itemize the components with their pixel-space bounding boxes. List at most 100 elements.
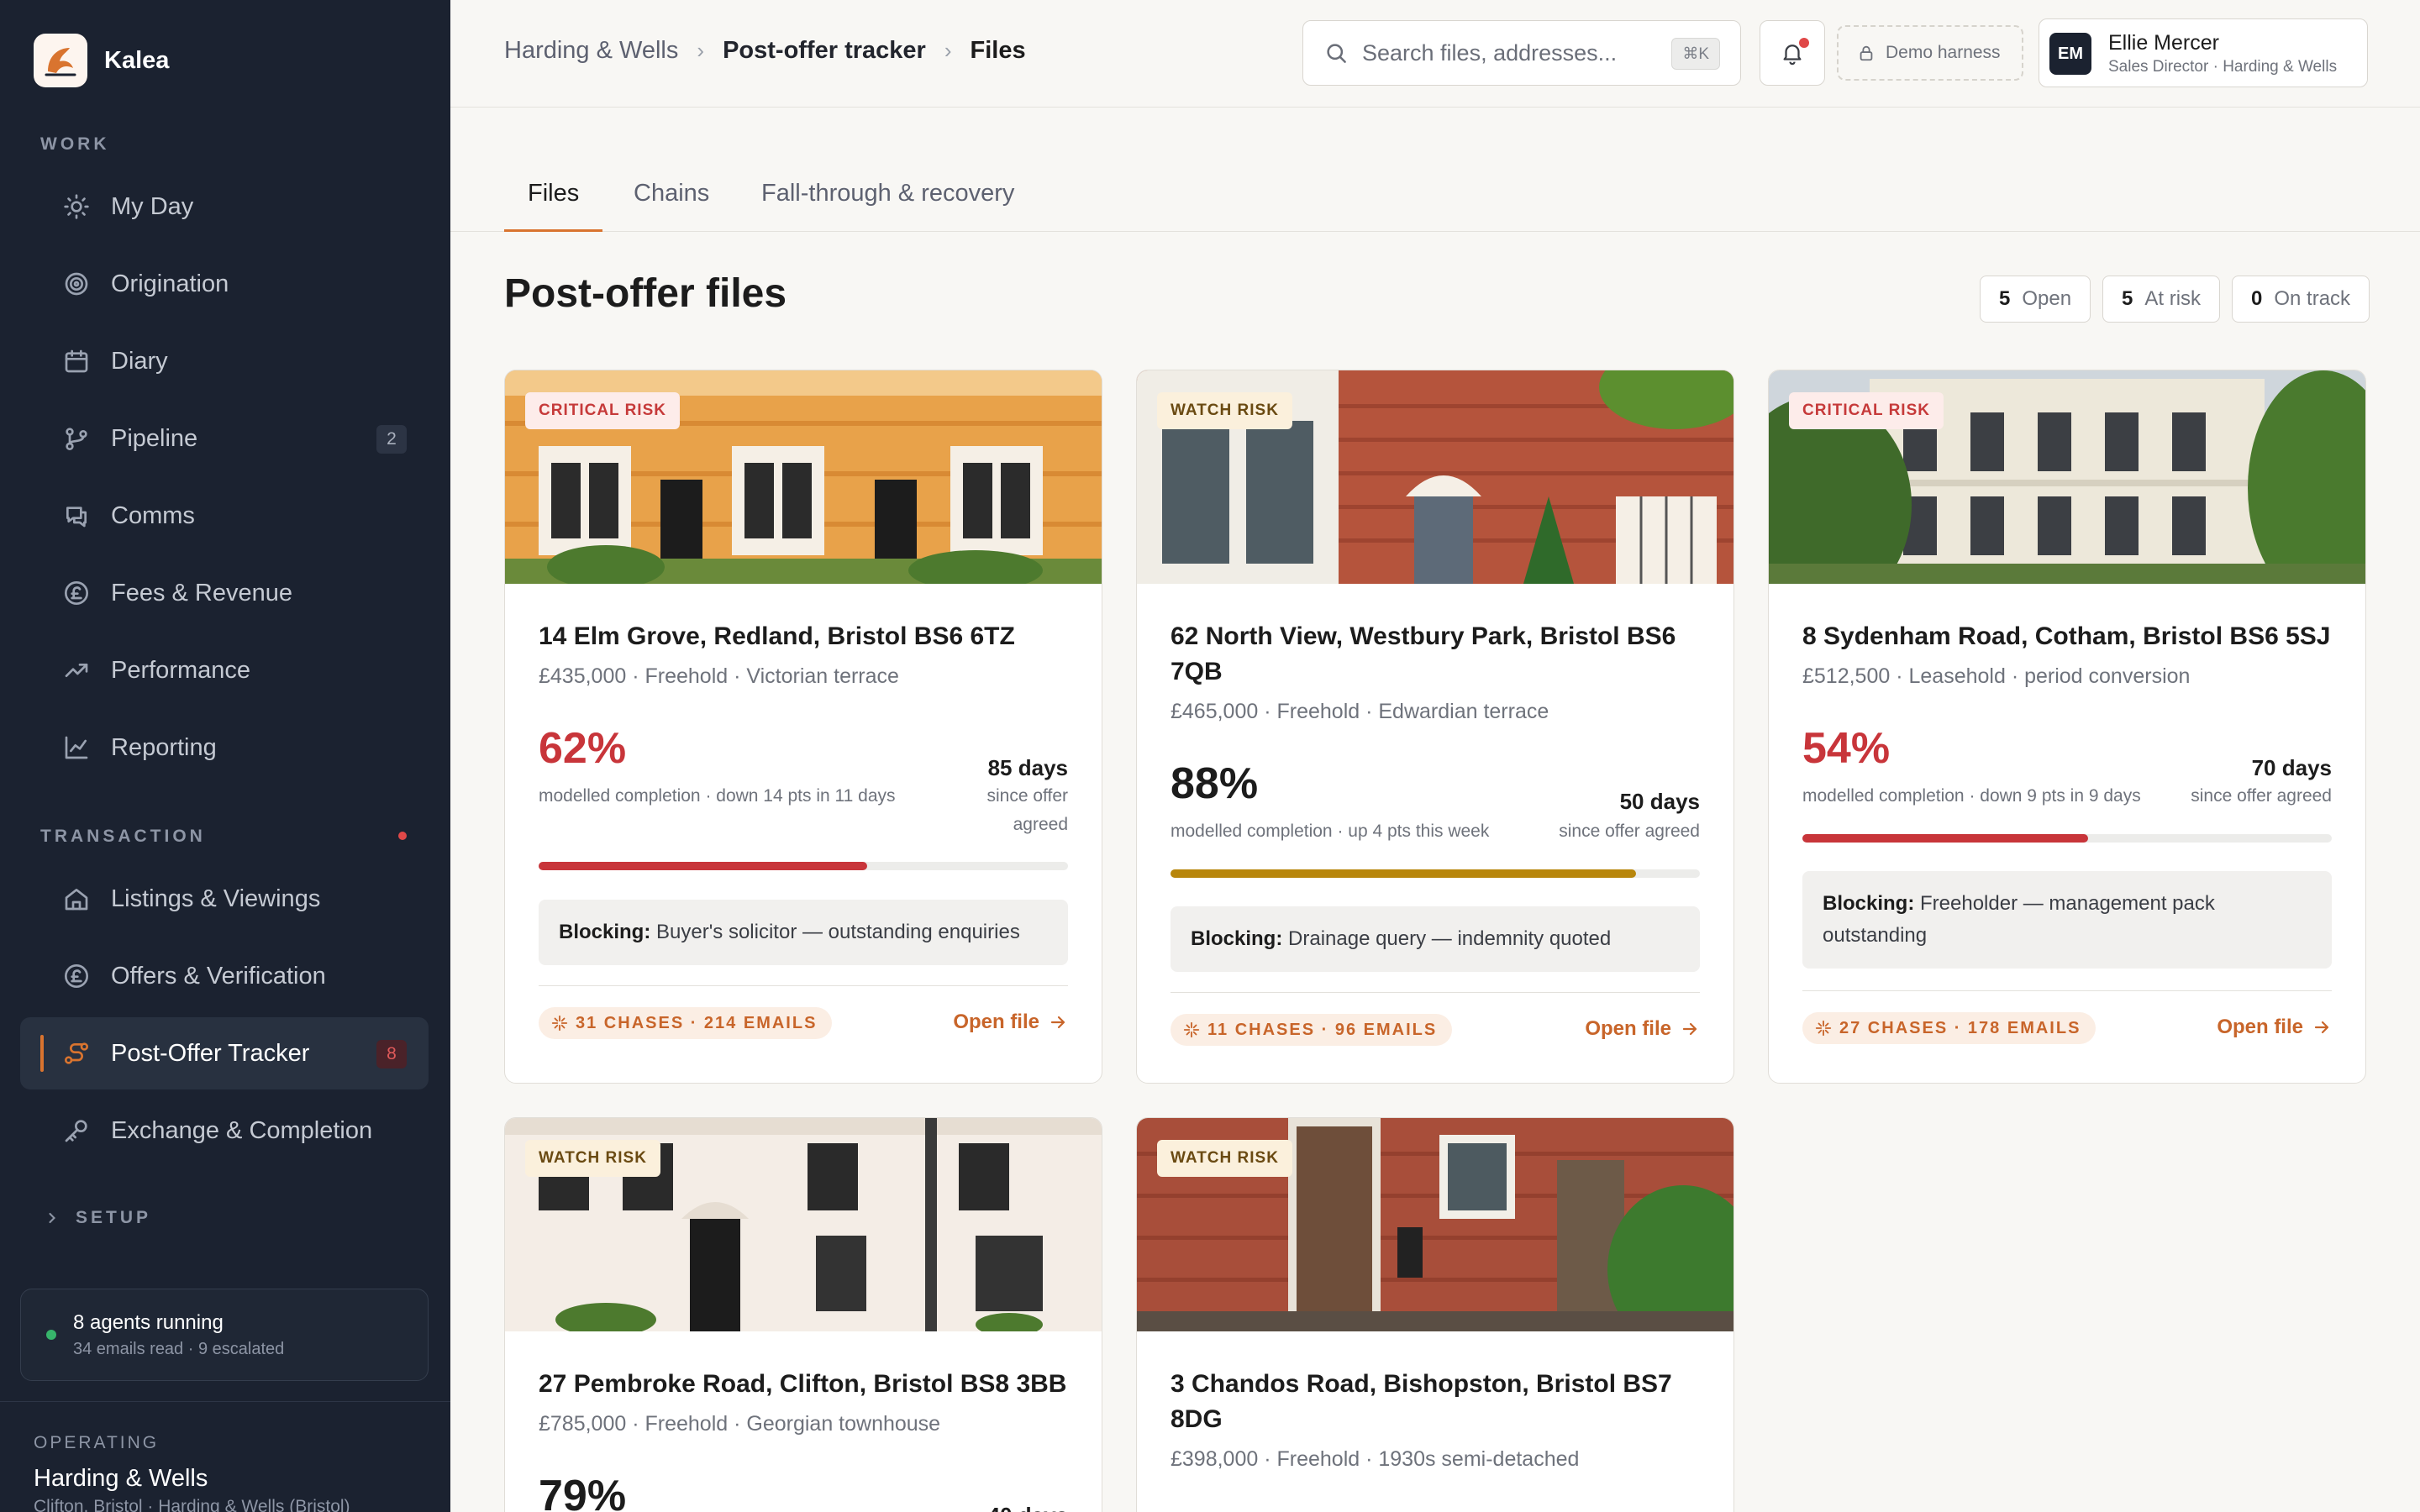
count-label: At risk [2144,287,2202,310]
count-open-filter[interactable]: 5 Open [1980,276,2091,323]
completion-percent: 62% [539,724,627,773]
sidebar-item-label: Fees & Revenue [111,579,293,606]
setup-section-toggle[interactable]: SETUP [44,1208,151,1228]
open-file-link[interactable]: Open file [1585,1017,1700,1041]
sidebar-item-fees-revenue[interactable]: Fees & Revenue [20,557,429,629]
count-on-track-filter[interactable]: 0 On track [2232,276,2370,323]
count-label: Open [2022,287,2072,310]
open-file-label: Open file [1585,1017,1671,1040]
sidebar-item-post-offer-tracker[interactable]: Post-Offer Tracker 8 [20,1017,429,1089]
transaction-alert-dot [398,832,407,840]
sidebar-item-label: Origination [111,270,229,297]
open-file-link[interactable]: Open file [2217,1016,2332,1039]
breadcrumb: Harding & Wells › Post-offer tracker › F… [504,37,1026,65]
sidebar-item-pipeline[interactable]: Pipeline 2 [20,402,429,475]
file-card[interactable]: CRITICAL RISK 8 Sydenham Road, Cotham, B… [1768,370,2366,1084]
count-label: On track [2274,287,2351,310]
completion-percent: 54% [1802,724,1891,773]
file-card[interactable]: WATCH RISK 62 North View, Westbury Park,… [1136,370,1734,1084]
brand[interactable]: Kalea [34,34,169,87]
chases-text: 11 CHASES · 96 EMAILS [1207,1020,1438,1039]
arrow-right-icon [1682,1022,1697,1036]
sidebar-item-my-day[interactable]: My Day [20,171,429,243]
days-since-offer: 70 days [2251,755,2332,780]
completion-progress-fill [539,862,867,870]
property-photo: WATCH RISK [1137,1118,1733,1331]
open-file-label: Open file [953,1011,1039,1033]
chases-badge[interactable]: 11 CHASES · 96 EMAILS [1171,1014,1453,1046]
agents-running-dot [46,1330,56,1340]
search-box[interactable]: ⌘K [1302,20,1741,86]
file-card[interactable]: WATCH RISK 27 Pembroke Road, Clifton, Br… [504,1117,1102,1512]
open-file-label: Open file [2217,1016,2303,1038]
demo-harness-badge[interactable]: Demo harness [1837,25,2023,81]
chases-badge[interactable]: 31 CHASES · 214 EMAILS [539,1007,833,1039]
days-since-offer: 40 days [988,1503,1068,1512]
work-section-label: WORK [40,134,110,154]
sidebar-item-label: Offers & Verification [111,962,326,990]
completion-note: modelled completion · down 14 pts in 11 … [539,786,896,806]
count-value: 5 [1999,287,2011,310]
key-icon [62,1116,91,1145]
property-photo: WATCH RISK [1137,370,1733,584]
property-meta: £465,000 · Freehold · Edwardian terrace [1171,700,1549,723]
chases-badge[interactable]: 27 CHASES · 178 EMAILS [1802,1012,2096,1044]
route-icon [62,1039,91,1068]
sidebar-item-performance[interactable]: Performance [20,634,429,706]
page-title: Post-offer files [504,271,787,316]
sidebar-item-origination[interactable]: Origination [20,248,429,320]
property-photo: WATCH RISK [505,1118,1102,1331]
user-name: Ellie Mercer [2108,31,2219,55]
search-input[interactable] [1362,39,1665,66]
days-note: since offer agreed [986,786,1069,834]
tab-fall-through-recovery[interactable]: Fall-through & recovery [761,180,1014,232]
user-menu[interactable]: EM Ellie Mercer Sales Director · Harding… [2039,18,2368,87]
demo-harness-label: Demo harness [1886,43,2001,62]
arrow-right-icon [1050,1016,1065,1029]
chases-text: 31 CHASES · 214 EMAILS [576,1013,818,1032]
operating-label: OPERATING [34,1433,160,1452]
home-icon [62,885,91,913]
agents-subtitle: 34 emails read · 9 escalated [73,1340,285,1358]
operating-name: Harding & Wells [34,1465,208,1492]
risk-badge: CRITICAL RISK [525,392,680,429]
sidebar-item-diary[interactable]: Diary [20,325,429,397]
chases-text: 27 CHASES · 178 EMAILS [1839,1018,2081,1037]
agents-status-panel[interactable]: 8 agents running 34 emails read · 9 esca… [20,1289,429,1381]
card-divider [539,985,1068,986]
days-note: since offer agreed [2191,786,2332,806]
branch-icon [62,424,91,453]
sidebar-item-comms[interactable]: Comms [20,480,429,552]
completion-note: modelled completion · up 4 pts this week [1171,822,1490,841]
notification-dot [1799,38,1809,48]
sidebar-item-reporting[interactable]: Reporting [20,711,429,784]
brand-logo-icon [34,34,87,87]
tab-files[interactable]: Files [504,180,603,232]
property-meta: £512,500 · Leasehold · period conversion [1802,664,2191,688]
tab-chains[interactable]: Chains [634,180,709,232]
sidebar-item-offers-verification[interactable]: Offers & Verification [20,940,429,1012]
sparkle-icon [1183,1021,1200,1038]
count-at-risk-filter[interactable]: 5 At risk [2102,276,2221,323]
property-address: 14 Elm Grove, Redland, Bristol BS6 6TZ [539,622,1015,650]
count-value: 5 [2122,287,2133,310]
file-card[interactable]: CRITICAL RISK 14 Elm Grove, Redland, Bri… [504,370,1102,1084]
notifications-button[interactable] [1760,20,1825,86]
sidebar-item-label: Comms [111,501,195,529]
file-card[interactable]: WATCH RISK 3 Chandos Road, Bishopston, B… [1136,1117,1734,1512]
sparkle-icon [1815,1020,1832,1037]
blocking-label: Blocking: [1823,892,1915,915]
property-address: 8 Sydenham Road, Cotham, Bristol BS6 5SJ [1802,622,2331,650]
breadcrumb-agency[interactable]: Harding & Wells [504,37,678,65]
post-offer-count-badge: 8 [376,1040,407,1068]
days-note: since offer agreed [1559,822,1700,841]
completion-percent: 88% [1171,759,1259,808]
breadcrumb-tracker[interactable]: Post-offer tracker [723,37,926,65]
open-file-link[interactable]: Open file [953,1011,1068,1034]
property-address: 62 North View, Westbury Park, Bristol BS… [1171,622,1676,685]
sidebar-item-exchange-completion[interactable]: Exchange & Completion [20,1095,429,1167]
sidebar-item-label: Pipeline [111,424,198,452]
sidebar-divider [0,1401,450,1402]
blocking-reason: Blocking: Buyer's solicitor — outstandin… [539,900,1068,965]
sidebar-item-listings-viewings[interactable]: Listings & Viewings [20,863,429,935]
